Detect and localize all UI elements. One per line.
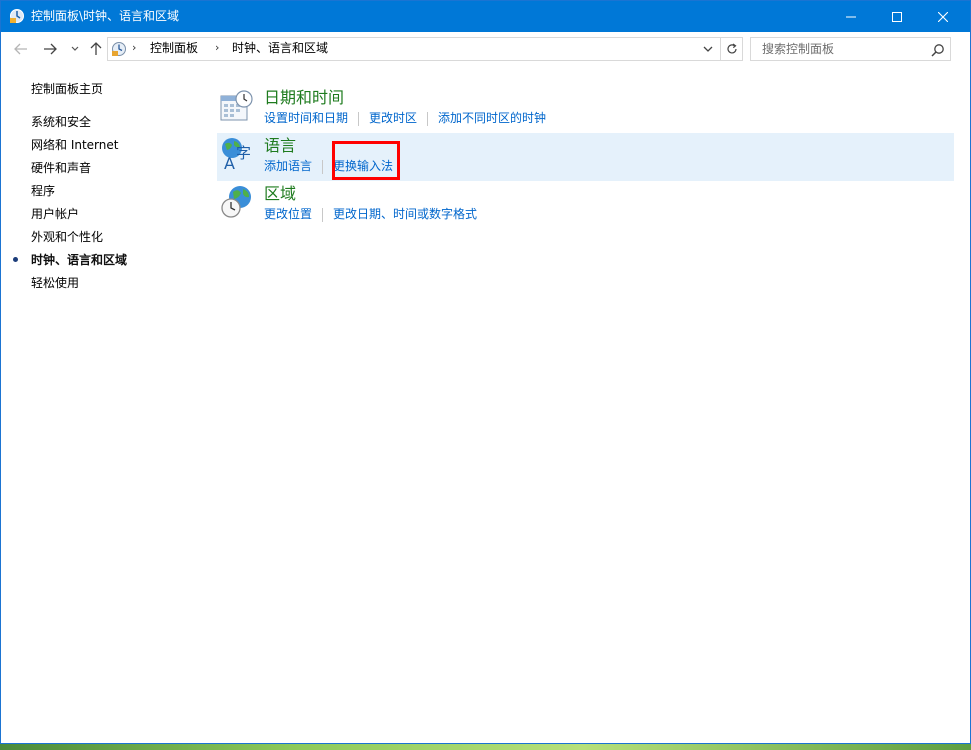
- category-region: 区域 更改位置 更改日期、时间或数字格式: [217, 181, 954, 229]
- current-item-bullet: [13, 257, 18, 262]
- minimize-button[interactable]: [828, 1, 874, 32]
- arrow-left-icon: [14, 43, 27, 55]
- calendar-clock-icon[interactable]: [219, 88, 255, 124]
- category-links-region: 更改位置 更改日期、时间或数字格式: [264, 207, 477, 223]
- sidebar-home-link[interactable]: 控制面板主页: [31, 82, 103, 97]
- search-input[interactable]: 搜索控制面板: [762, 42, 834, 57]
- change-time-zone-link[interactable]: 更改时区: [369, 111, 417, 126]
- breadcrumb-clock-language-region[interactable]: 时钟、语言和区域: [232, 41, 328, 56]
- search-icon[interactable]: [931, 42, 945, 57]
- category-date-time: 日期和时间 设置时间和日期 更改时区 添加不同时区的时钟: [217, 85, 954, 133]
- sidebar-item-appearance[interactable]: 外观和个性化: [31, 230, 103, 245]
- close-icon: [938, 11, 948, 22]
- chevron-down-icon: [71, 46, 79, 51]
- change-location-link[interactable]: 更改位置: [264, 207, 312, 222]
- search-box[interactable]: 搜索控制面板: [750, 37, 951, 61]
- control-panel-window: 控制面板\时钟、语言和区域 › 控制面板 › 时钟、语言和区域 搜索控制面板 控…: [0, 0, 971, 744]
- category-links-date-time: 设置时间和日期 更改时区 添加不同时区的时钟: [264, 111, 546, 127]
- sidebar-item-programs[interactable]: 程序: [31, 184, 55, 199]
- close-button[interactable]: [920, 1, 966, 32]
- arrow-up-icon: [90, 42, 102, 55]
- svg-text:字: 字: [236, 144, 251, 162]
- chevron-right-icon[interactable]: ›: [215, 41, 219, 54]
- language-globe-icon[interactable]: A 字: [219, 136, 255, 173]
- change-date-time-number-formats-link[interactable]: 更改日期、时间或数字格式: [333, 207, 477, 222]
- sidebar-item-hardware-sound[interactable]: 硬件和声音: [31, 161, 91, 176]
- control-panel-icon: [111, 41, 127, 57]
- address-dropdown-button[interactable]: [700, 42, 716, 56]
- arrow-right-icon: [44, 43, 57, 55]
- sidebar-item-system-security[interactable]: 系统和安全: [31, 115, 91, 130]
- navigation-bar: › 控制面板 › 时钟、语言和区域 搜索控制面板: [1, 32, 970, 67]
- refresh-button[interactable]: [720, 38, 742, 60]
- sidebar-item-network-internet[interactable]: 网络和 Internet: [31, 138, 118, 153]
- maximize-icon: [892, 11, 902, 22]
- svg-text:A: A: [224, 154, 235, 172]
- up-button[interactable]: [88, 41, 104, 57]
- chevron-right-icon[interactable]: ›: [132, 41, 136, 54]
- window-title: 控制面板\时钟、语言和区域: [31, 9, 180, 23]
- add-clocks-link[interactable]: 添加不同时区的时钟: [438, 111, 546, 126]
- breadcrumb-control-panel[interactable]: 控制面板: [150, 41, 198, 56]
- control-panel-icon: [9, 8, 25, 24]
- category-title-date-time[interactable]: 日期和时间: [264, 88, 344, 108]
- back-button[interactable]: [13, 41, 29, 57]
- maximize-button[interactable]: [874, 1, 920, 32]
- forward-button[interactable]: [42, 41, 58, 57]
- category-title-language[interactable]: 语言: [264, 136, 296, 156]
- recent-locations-button[interactable]: [67, 41, 83, 57]
- link-divider: [358, 111, 360, 126]
- sidebar-item-clock-language-region[interactable]: 时钟、语言和区域: [31, 253, 127, 268]
- link-divider: [427, 111, 429, 126]
- sidebar-item-ease-of-access[interactable]: 轻松使用: [31, 276, 79, 291]
- set-time-date-link[interactable]: 设置时间和日期: [264, 111, 348, 126]
- refresh-icon: [726, 43, 737, 54]
- add-language-link[interactable]: 添加语言: [264, 159, 312, 174]
- link-divider: [322, 159, 324, 174]
- category-title-region[interactable]: 区域: [264, 184, 296, 204]
- sidebar-item-user-accounts[interactable]: 用户帐户: [31, 207, 79, 222]
- link-divider: [322, 207, 324, 222]
- minimize-icon: [846, 16, 856, 17]
- region-globe-clock-icon[interactable]: [219, 184, 255, 220]
- title-bar[interactable]: 控制面板\时钟、语言和区域: [1, 1, 970, 32]
- chevron-down-icon: [703, 46, 713, 52]
- category-language: A 字 语言 添加语言 更换输入法: [217, 133, 954, 181]
- address-bar[interactable]: › 控制面板 › 时钟、语言和区域: [107, 37, 743, 61]
- annotation-highlight-box: [332, 141, 400, 180]
